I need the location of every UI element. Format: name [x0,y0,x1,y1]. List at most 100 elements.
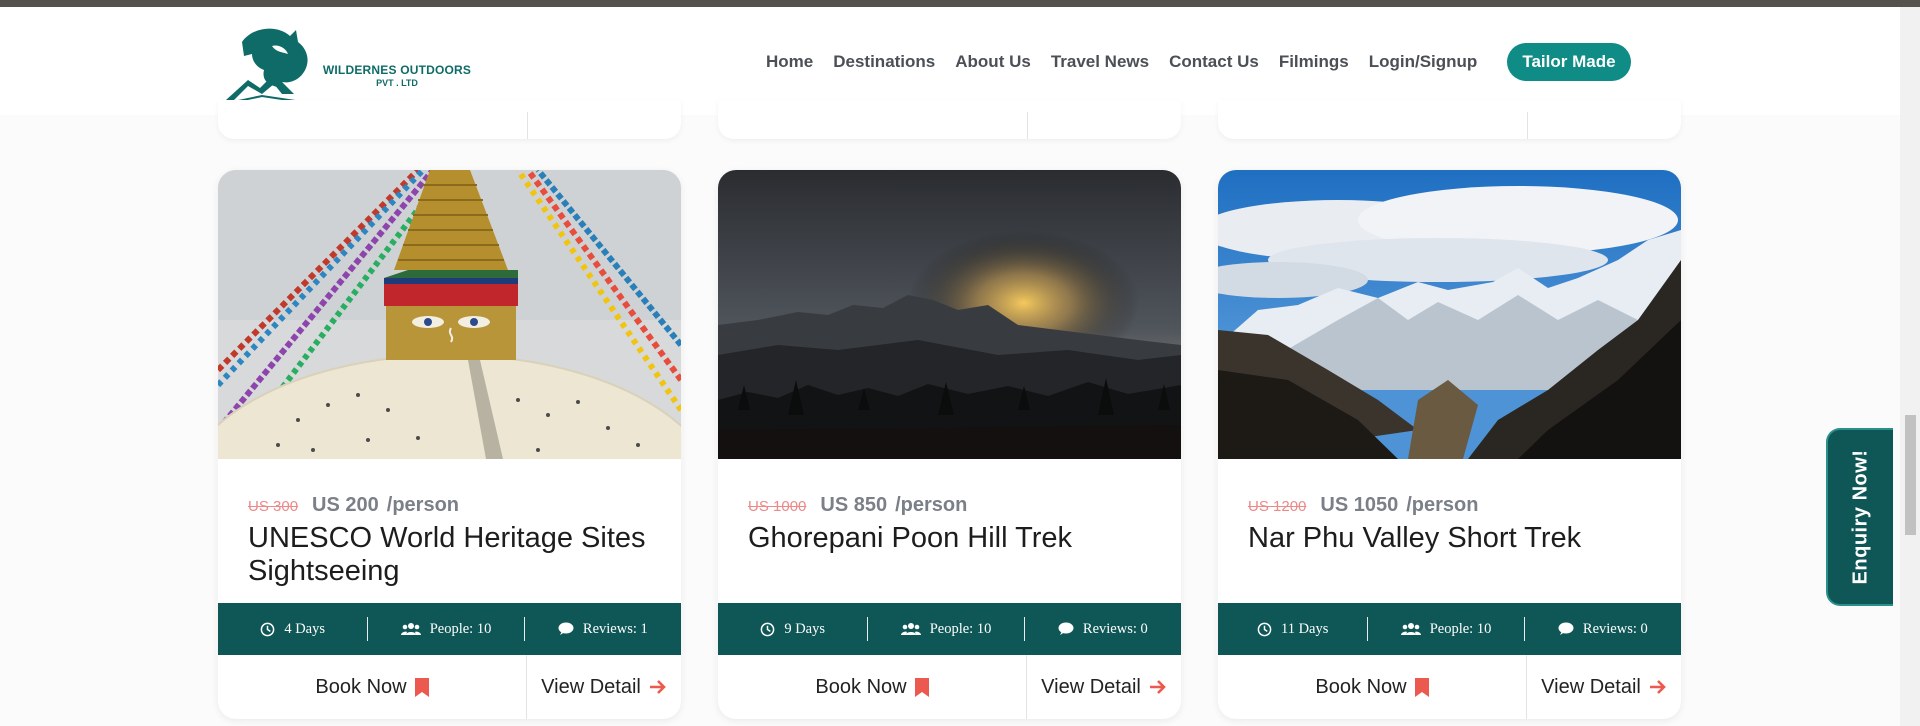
people: People: 10 [368,603,523,655]
book-now-label: Book Now [315,675,407,698]
divider [1527,112,1528,139]
snow-mountains-photo [1218,170,1681,459]
reviews: Reviews: 1 [525,603,681,655]
tour-image-nar-phu[interactable] [1218,170,1681,459]
tour-title[interactable]: Nar Phu Valley Short Trek [1248,522,1658,555]
nav-contact-us[interactable]: Contact Us [1169,52,1259,72]
people-icon [400,623,421,635]
arrow-right-icon [1149,680,1166,694]
brand-logo[interactable]: WILDERNES OUTDOORS PVT . LTD [222,22,472,107]
duration-text: 11 Days [1280,620,1329,637]
enquiry-now-button[interactable]: Enquiry Now! [1826,428,1893,606]
price: US 1000 US 850/person [748,494,967,517]
view-detail-label: View Detail [1541,675,1641,698]
old-price: US 1000 [748,498,807,515]
current-price: US 200 [312,494,379,516]
nav-home[interactable]: Home [766,52,813,72]
tiger-logo-icon [223,28,308,105]
brand-line-2: PVT . LTD [376,78,418,88]
book-now-button[interactable]: Book Now [718,655,1027,719]
reviews-text: Reviews: 1 [582,620,648,637]
book-now-button[interactable]: Book Now [218,655,527,719]
tour-meta-bar: 4 Days People: 10 Reviews: 1 [218,603,681,655]
tour-card[interactable]: US 300 US 200/person UNESCO World Heritag… [218,170,681,719]
duration-text: 9 Days [784,620,826,637]
comment-icon [1558,622,1574,635]
tour-card[interactable]: US 1200 US 1050/person Nar Phu Valley Sho… [1218,170,1681,719]
enquiry-label: Enquiry Now! [1849,449,1871,585]
sunset-mountains-photo [718,170,1181,459]
book-now-label: Book Now [1315,675,1407,698]
arrow-right-icon [1649,680,1666,694]
tour-meta-bar: 11 Days People: 10 Reviews: 0 [1218,603,1681,655]
previous-card-partial [218,100,681,139]
tour-title[interactable]: Ghorepani Poon Hill Trek [748,522,1158,555]
stupa-photo [218,170,681,459]
meta-divider [1023,617,1025,641]
people: People: 10 [868,603,1023,655]
main-nav: Home Destinations About Us Travel News C… [766,43,1631,81]
view-detail-label: View Detail [1041,675,1141,698]
brand-line-1: WILDERNES OUTDOORS [322,63,472,77]
tour-image-poon-hill[interactable] [718,170,1181,459]
clock-icon [760,622,775,636]
reviews-text: Reviews: 0 [1582,620,1648,637]
meta-divider [523,617,525,641]
duration: 9 Days [718,603,867,655]
card-actions: Book Now View Detail [718,655,1181,719]
meta-divider [367,617,369,641]
duration: 4 Days [218,603,367,655]
old-price: US 1200 [1248,498,1307,515]
view-detail-button[interactable]: View Detail [1027,655,1181,719]
clock-icon [1257,622,1272,636]
divider [527,112,528,139]
price: US 300 US 200/person [248,494,459,517]
price: US 1200 US 1050/person [1248,494,1478,517]
view-detail-button[interactable]: View Detail [527,655,681,719]
tour-title[interactable]: UNESCO World Heritage Sites Sightseeing [248,522,658,588]
tour-meta-bar: 9 Days People: 10 Reviews: 0 [718,603,1181,655]
people-text: People: 10 [1429,620,1492,637]
duration-text: 4 Days [284,620,326,637]
people: People: 10 [1368,603,1523,655]
tailor-made-button[interactable]: Tailor Made [1507,43,1631,81]
card-actions: Book Now View Detail [218,655,681,719]
meta-divider [1523,617,1525,641]
view-detail-button[interactable]: View Detail [1527,655,1681,719]
people-icon [900,623,921,635]
nav-filmings[interactable]: Filmings [1279,52,1349,72]
view-detail-label: View Detail [541,675,641,698]
duration: 11 Days [1218,603,1367,655]
current-price: US 850 [820,494,888,516]
comment-icon [558,622,574,635]
previous-card-partial [1218,100,1681,139]
price-unit: /person [1406,494,1479,516]
old-price: US 300 [248,498,299,515]
tour-image-stupa[interactable] [218,170,681,459]
browser-top-bar [0,0,1920,7]
current-price: US 1050 [1320,494,1399,516]
nav-destinations[interactable]: Destinations [833,52,935,72]
book-now-label: Book Now [815,675,907,698]
tour-card[interactable]: US 1000 US 850/person Ghorepani Poon Hill… [718,170,1181,719]
nav-travel-news[interactable]: Travel News [1051,52,1149,72]
brand-name: WILDERNES OUTDOORS PVT . LTD [322,64,472,90]
meta-divider [1367,617,1369,641]
people-icon [1400,623,1421,635]
comment-icon [1058,622,1074,635]
scrollbar[interactable] [1900,7,1920,726]
card-actions: Book Now View Detail [1218,655,1681,719]
reviews: Reviews: 0 [1025,603,1181,655]
nav-about-us[interactable]: About Us [955,52,1031,72]
nav-login-signup[interactable]: Login/Signup [1369,52,1478,72]
bookmark-icon [414,677,429,697]
meta-divider [867,617,869,641]
reviews-text: Reviews: 0 [1082,620,1148,637]
arrow-right-icon [649,680,666,694]
divider [1027,112,1028,139]
previous-card-partial [718,100,1181,139]
book-now-button[interactable]: Book Now [1218,655,1527,719]
scrollbar-thumb[interactable] [1905,415,1916,535]
price-unit: /person [895,494,968,516]
bookmark-icon [1414,677,1429,697]
